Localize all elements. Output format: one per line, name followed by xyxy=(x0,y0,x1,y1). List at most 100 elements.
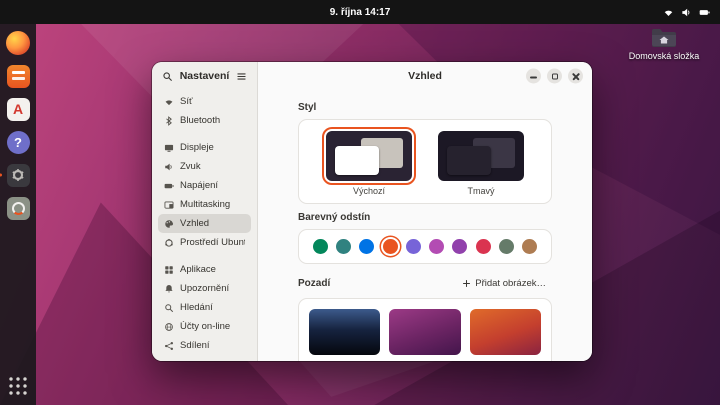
running-indicator xyxy=(0,174,2,177)
minimize-button[interactable] xyxy=(526,69,541,84)
sidebar-item-displays[interactable]: Displeje xyxy=(158,138,251,157)
hamburger-icon xyxy=(236,71,247,82)
dock-item-app-center[interactable] xyxy=(5,63,31,89)
sidebar-item-sharing[interactable]: Sdílení xyxy=(158,336,251,355)
dock-item-settings[interactable] xyxy=(5,162,31,188)
top-bar: 9. října 14:17 xyxy=(0,0,720,24)
accent-color-swatch[interactable] xyxy=(522,239,537,254)
style-preview-dark xyxy=(438,131,524,181)
sidebar-group-gap xyxy=(158,130,251,138)
close-button[interactable] xyxy=(568,69,583,84)
dock-item-show-apps[interactable] xyxy=(5,373,31,399)
style-option-label: Výchozí xyxy=(353,186,385,196)
appearance-panel: Styl Výchozí Tmavý Barevný odstín xyxy=(258,90,592,361)
ubuntu-logo-icon xyxy=(164,238,174,248)
minimize-icon xyxy=(530,77,537,79)
sidebar-item-appearance[interactable]: Vzhled xyxy=(158,214,251,233)
style-option-label: Tmavý xyxy=(468,186,495,196)
firefox-icon xyxy=(6,31,30,55)
help-icon xyxy=(7,131,30,154)
sidebar-item-power[interactable]: Napájení xyxy=(158,176,251,195)
sidebar-header: Nastavení xyxy=(152,62,257,90)
background-card xyxy=(298,298,552,361)
apps-grid-icon xyxy=(164,265,174,275)
home-folder-shortcut[interactable]: Domovská složka xyxy=(626,27,702,62)
search-icon xyxy=(164,303,174,313)
style-card: Výchozí Tmavý xyxy=(298,119,552,204)
search-button[interactable] xyxy=(160,68,176,84)
battery-icon xyxy=(699,7,710,18)
system-tray[interactable] xyxy=(663,0,710,24)
maximize-button[interactable] xyxy=(547,69,562,84)
plus-icon xyxy=(462,279,471,288)
accent-color-swatch[interactable] xyxy=(359,239,374,254)
accent-color-swatch[interactable] xyxy=(499,239,514,254)
content-header: Vzhled xyxy=(258,62,592,90)
sidebar-item-online-accounts[interactable]: Účty on-line xyxy=(158,317,251,336)
software-updater-icon xyxy=(7,197,30,220)
sidebar-item-network[interactable]: Síť xyxy=(158,92,251,111)
show-apps-icon xyxy=(8,376,28,396)
close-icon xyxy=(571,72,580,81)
sidebar-item-multitasking[interactable]: Multitasking xyxy=(158,195,251,214)
accent-section-title: Barevný odstín xyxy=(298,212,552,223)
sidebar-group-gap xyxy=(158,252,251,260)
battery-icon xyxy=(164,181,174,191)
home-folder-icon xyxy=(651,27,677,49)
accent-color-swatch[interactable] xyxy=(406,239,421,254)
settings-gear-icon xyxy=(7,164,30,187)
accent-color-swatch[interactable] xyxy=(452,239,467,254)
globe-icon xyxy=(164,322,174,332)
share-icon xyxy=(164,341,174,351)
settings-content: Vzhled Styl Výchozí Tmavý xyxy=(258,62,592,361)
add-image-button[interactable]: Přidat obrázek… xyxy=(456,275,552,292)
home-folder-label: Domovská složka xyxy=(629,52,700,62)
accent-color-swatch[interactable] xyxy=(313,239,328,254)
accent-color-swatch-selected[interactable] xyxy=(383,239,398,254)
maximize-icon xyxy=(552,73,558,79)
style-option-dark[interactable]: Tmavý xyxy=(438,131,524,196)
dock-item-help[interactable] xyxy=(5,129,31,155)
sidebar-item-bluetooth[interactable]: Bluetooth xyxy=(158,111,251,130)
sidebar-item-notifications[interactable]: Upozornění xyxy=(158,279,251,298)
app-a-icon xyxy=(7,98,30,121)
app-center-icon xyxy=(7,65,30,88)
app-title: Nastavení xyxy=(180,70,230,82)
volume-icon xyxy=(681,7,692,18)
sidebar-nav: Síť Bluetooth Displeje Zvuk Napájen xyxy=(152,90,257,361)
style-option-default[interactable]: Výchozí xyxy=(326,131,412,196)
style-section-title: Styl xyxy=(298,102,552,113)
dock-item-software-updater[interactable] xyxy=(5,195,31,221)
network-icon xyxy=(164,97,174,107)
background-section-header: Pozadí Přidat obrázek… xyxy=(298,275,552,292)
bell-icon xyxy=(164,284,174,294)
background-section-title: Pozadí xyxy=(298,278,330,289)
wallpaper-thumbnail[interactable] xyxy=(470,309,541,355)
settings-window: Nastavení Síť Bluetooth Displeje xyxy=(152,62,592,361)
dock xyxy=(0,24,36,405)
sidebar-item-ubuntu-desktop[interactable]: Prostředí Ubuntu xyxy=(158,233,251,252)
network-icon xyxy=(663,7,674,18)
appearance-icon xyxy=(164,219,174,229)
accent-color-swatch[interactable] xyxy=(429,239,444,254)
bluetooth-icon xyxy=(164,116,174,126)
dock-item-app-a[interactable] xyxy=(5,96,31,122)
primary-menu-button[interactable] xyxy=(233,68,249,84)
page-title: Vzhled xyxy=(408,70,442,82)
sidebar-item-applications[interactable]: Aplikace xyxy=(158,260,251,279)
accent-color-swatch[interactable] xyxy=(476,239,491,254)
accent-color-swatch[interactable] xyxy=(336,239,351,254)
clock-menu[interactable]: 9. října 14:17 xyxy=(320,5,401,20)
search-icon xyxy=(162,71,173,82)
window-controls xyxy=(526,69,583,84)
add-image-label: Přidat obrázek… xyxy=(475,278,546,289)
desktop: 9. října 14:17 xyxy=(0,0,720,405)
accent-card xyxy=(298,229,552,264)
dock-item-firefox[interactable] xyxy=(5,30,31,56)
settings-sidebar: Nastavení Síť Bluetooth Displeje xyxy=(152,62,258,361)
wallpaper-thumbnail[interactable] xyxy=(389,309,460,355)
wallpaper-thumbnail[interactable] xyxy=(309,309,380,355)
multitasking-icon xyxy=(164,200,174,210)
sidebar-item-search[interactable]: Hledání xyxy=(158,298,251,317)
sidebar-item-sound[interactable]: Zvuk xyxy=(158,157,251,176)
